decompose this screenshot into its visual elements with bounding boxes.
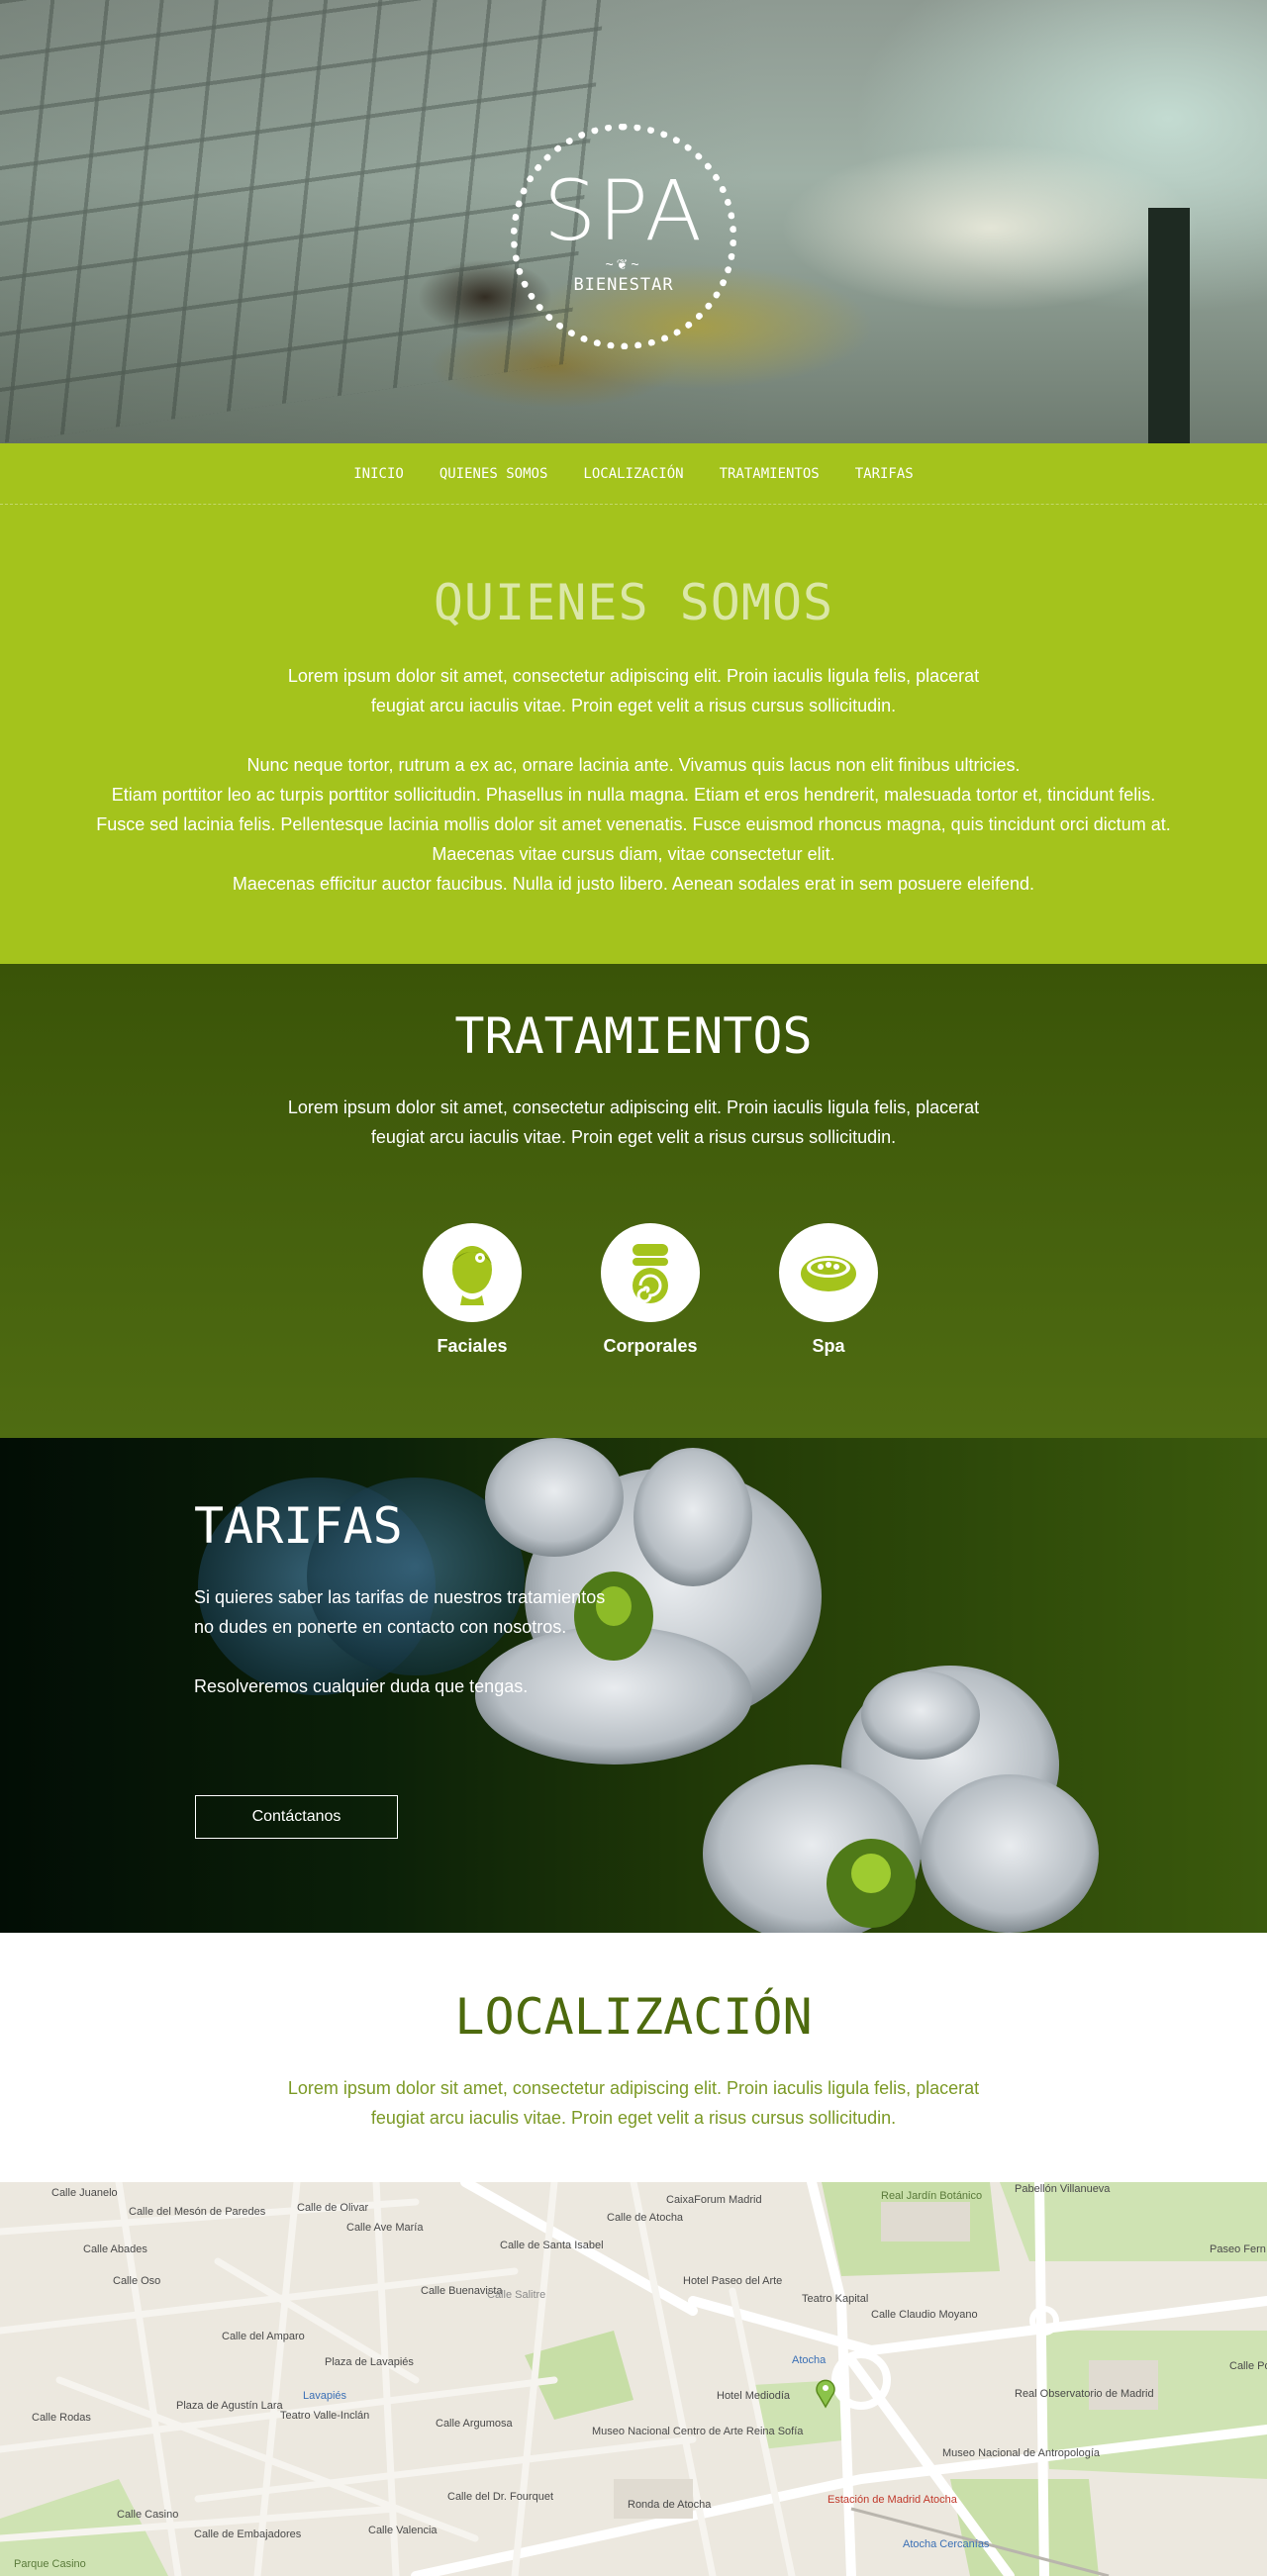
- map-label: Calle de Atocha: [607, 2212, 684, 2224]
- treatment-corporales[interactable]: Corporales: [591, 1223, 710, 1357]
- map-label: Pabellón Villanueva: [1015, 2183, 1111, 2195]
- map-label: Lavapiés: [303, 2390, 347, 2402]
- nav-item-inicio[interactable]: INICIO: [336, 466, 422, 482]
- map-label: Museo Nacional de Antropología: [942, 2447, 1100, 2459]
- intro-paragraph: Lorem ipsum dolor sit amet, consectetur …: [287, 666, 980, 716]
- logo-ornament: ~❦~: [605, 255, 642, 272]
- treatment-faciales[interactable]: Faciales: [413, 1223, 532, 1357]
- nav-item-tarifas[interactable]: TARIFAS: [837, 466, 931, 482]
- tratamientos-section: TRATAMIENTOS Lorem ipsum dolor sit amet,…: [0, 964, 1267, 1438]
- map-label: Calle Rodas: [32, 2412, 91, 2424]
- towel-roll-icon: [633, 1244, 668, 1303]
- body-paragraph: Nunc neque tortor, rutrum a ex ac, ornar…: [96, 755, 1171, 894]
- map-label: Plaza de Agustín Lara: [176, 2400, 283, 2412]
- map-label: Teatro Kapital: [802, 2293, 869, 2305]
- map-label: Calle Abades: [83, 2243, 147, 2255]
- map-label: Atocha: [792, 2354, 827, 2366]
- map-label: CaixaForum Madrid: [666, 2194, 762, 2206]
- map-label: Calle de Embajadores: [194, 2528, 302, 2540]
- quienes-somos-section: QUIENES SOMOS Lorem ipsum dolor sit amet…: [0, 505, 1267, 964]
- hero-banner: SPA ~❦~ BIENESTAR: [0, 0, 1267, 443]
- map-label: Real Observatorio de Madrid: [1015, 2388, 1154, 2400]
- face-mask-icon: [452, 1246, 492, 1305]
- map-label: Plaza de Lavapiés: [325, 2356, 414, 2368]
- map-label: Calle del Amparo: [222, 2331, 305, 2342]
- map-label: Estación de Madrid Atocha: [828, 2494, 957, 2506]
- nav-item-tratamientos[interactable]: TRATAMIENTOS: [702, 466, 837, 482]
- map-label: Calle de Olivar: [297, 2202, 369, 2214]
- tarifas-section: TARIFAS Si quieres saber las tarifas de …: [0, 1438, 1267, 1933]
- map-label: Parque Casino: [14, 2558, 86, 2570]
- map-label: Calle Po: [1229, 2360, 1267, 2372]
- map-label: Calle Valencia: [368, 2525, 438, 2536]
- treatment-label: Corporales: [603, 1336, 698, 1356]
- map-label: Calle Ave María: [346, 2222, 424, 2234]
- section-title: QUIENES SOMOS: [433, 574, 834, 631]
- treatment-label: Spa: [812, 1336, 845, 1356]
- map-label: Calle del Mesón de Paredes: [129, 2206, 266, 2218]
- logo-subtitle: BIENESTAR: [573, 274, 674, 295]
- intro-paragraph: Lorem ipsum dolor sit amet, consectetur …: [287, 2078, 980, 2128]
- localizacion-section: LOCALIZACIÓN Lorem ipsum dolor sit amet,…: [0, 1933, 1267, 2182]
- map-label: Calle Casino: [117, 2509, 179, 2521]
- tarifas-paragraph: Si quieres saber las tarifas de nuestros…: [194, 1587, 606, 1637]
- map-label: Calle del Dr. Fourquet: [447, 2491, 553, 2503]
- spa-logo[interactable]: SPA ~❦~ BIENESTAR: [511, 124, 736, 349]
- map-label: Atocha Cercanías: [903, 2538, 990, 2550]
- map-label: Museo Nacional Centro de Arte Reina Sofí…: [592, 2426, 804, 2437]
- section-title: LOCALIZACIÓN: [454, 1988, 813, 2046]
- logo-title: SPA: [542, 161, 705, 259]
- pool-ladder: [1148, 208, 1190, 443]
- treatment-label: Faciales: [437, 1336, 508, 1356]
- map-label: Calle Claudio Moyano: [871, 2309, 978, 2321]
- map-label: Hotel Paseo del Arte: [683, 2275, 783, 2287]
- map-label: Calle Salitre: [487, 2289, 546, 2301]
- location-map[interactable]: Calle Juanelo Calle Abades Calle Oso Cal…: [0, 2182, 1267, 2576]
- map-label: Calle Juanelo: [51, 2187, 118, 2199]
- map-label: Real Jardín Botánico: [881, 2190, 983, 2202]
- spa-bowl-icon: [801, 1256, 856, 1291]
- map-label: Hotel Mediodía: [717, 2390, 790, 2402]
- intro-paragraph: Lorem ipsum dolor sit amet, consectetur …: [287, 1097, 980, 1147]
- nav-item-localizacion[interactable]: LOCALIZACIÓN: [565, 466, 701, 482]
- map-label: Calle Argumosa: [436, 2418, 513, 2430]
- map-label: Paseo Fern: [1210, 2243, 1266, 2255]
- map-label: Calle de Santa Isabel: [500, 2240, 604, 2251]
- tarifas-note: Resolveremos cualquier duda que tengas.: [194, 1676, 529, 1696]
- map-label: Calle Oso: [113, 2275, 161, 2287]
- nav-item-quienes-somos[interactable]: QUIENES SOMOS: [422, 466, 566, 482]
- section-title: TARIFAS: [194, 1497, 403, 1555]
- treatment-spa[interactable]: Spa: [769, 1223, 888, 1357]
- contact-button[interactable]: Contáctanos: [195, 1795, 398, 1839]
- map-label: Teatro Valle-Inclán: [280, 2410, 370, 2422]
- section-title: TRATAMIENTOS: [454, 1007, 813, 1065]
- main-nav: INICIO QUIENES SOMOS LOCALIZACIÓN TRATAM…: [0, 443, 1267, 505]
- map-label: Ronda de Atocha: [628, 2499, 712, 2511]
